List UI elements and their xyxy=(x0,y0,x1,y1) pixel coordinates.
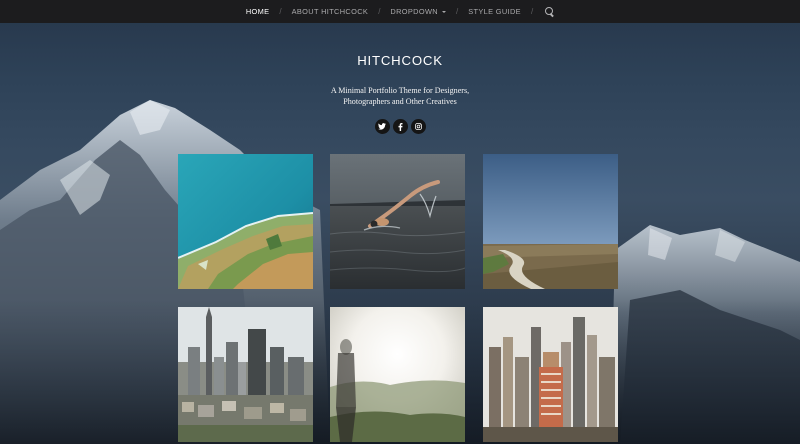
dense-cityscape-image xyxy=(483,307,618,442)
facebook-icon xyxy=(398,122,402,131)
nav-item-label: DROPDOWN xyxy=(390,7,438,16)
twitter-icon xyxy=(378,123,386,130)
portfolio-item-silhouette[interactable] xyxy=(330,307,465,442)
site-description-line: A Minimal Portfolio Theme for Designers, xyxy=(330,86,470,95)
site-title[interactable]: HITCHCOCK xyxy=(0,53,800,68)
site-description-line: Photographers and Other Creatives xyxy=(343,97,457,106)
social-links xyxy=(0,119,800,134)
caret-down-icon xyxy=(441,10,446,13)
backlit-person-image xyxy=(330,307,465,442)
nav-item-label: HOME xyxy=(245,7,270,16)
portfolio-item-skyline[interactable] xyxy=(178,307,313,442)
nav-item-label: STYLE GUIDE xyxy=(468,7,521,16)
portfolio-item-coast[interactable] xyxy=(178,154,313,289)
nav-separator: / xyxy=(378,7,381,16)
nav-menu: HOME / ABOUT HITCHCOCK / DROPDOWN / STYL… xyxy=(246,7,554,16)
nav-item-style-guide[interactable]: STYLE GUIDE xyxy=(468,7,521,16)
portfolio-item-cityscape[interactable] xyxy=(483,307,618,442)
site-header: HITCHCOCK A Minimal Portfolio Theme for … xyxy=(0,23,800,134)
nav-search-toggle[interactable] xyxy=(543,7,554,16)
search-icon xyxy=(545,7,554,16)
portfolio-item-road[interactable] xyxy=(483,154,618,289)
instagram-link[interactable] xyxy=(410,119,426,134)
twitter-link[interactable] xyxy=(374,119,390,134)
country-road-image xyxy=(483,154,618,289)
nav-item-home[interactable]: HOME xyxy=(246,7,270,16)
portfolio-item-swimmer[interactable] xyxy=(330,154,465,289)
nav-separator: / xyxy=(530,7,534,16)
swimmer-image xyxy=(330,154,465,289)
nav-separator: / xyxy=(455,7,459,16)
city-skyline-image xyxy=(178,307,313,442)
nav-item-dropdown[interactable]: DROPDOWN xyxy=(390,7,446,16)
instagram-icon xyxy=(414,123,422,130)
coast-aerial-image xyxy=(178,154,313,289)
site-description: A Minimal Portfolio Theme for Designers,… xyxy=(310,85,490,107)
nav-separator: / xyxy=(279,7,282,16)
top-navigation: HOME / ABOUT HITCHCOCK / DROPDOWN / STYL… xyxy=(0,0,800,23)
nav-item-about[interactable]: ABOUT HITCHCOCK xyxy=(292,7,369,16)
facebook-link[interactable] xyxy=(392,119,408,134)
nav-item-label: ABOUT HITCHCOCK xyxy=(291,7,369,16)
